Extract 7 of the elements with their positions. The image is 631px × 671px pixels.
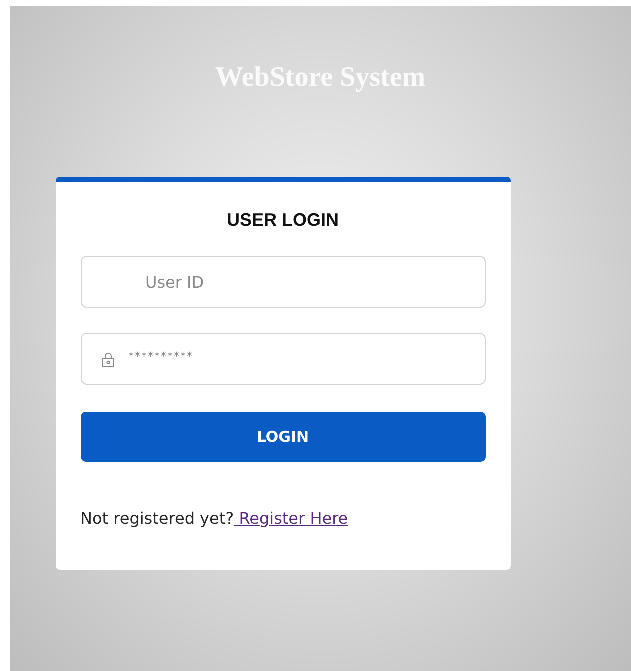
lock-icon: [102, 352, 114, 366]
card-heading: USER LOGIN: [226, 210, 339, 231]
user-id-field[interactable]: User ID: [80, 256, 486, 308]
password-field[interactable]: **********: [80, 333, 486, 385]
register-link[interactable]: Register Here: [234, 509, 348, 528]
register-prompt: Not registered yet?: [80, 509, 234, 528]
login-button[interactable]: LOGIN: [80, 412, 486, 462]
